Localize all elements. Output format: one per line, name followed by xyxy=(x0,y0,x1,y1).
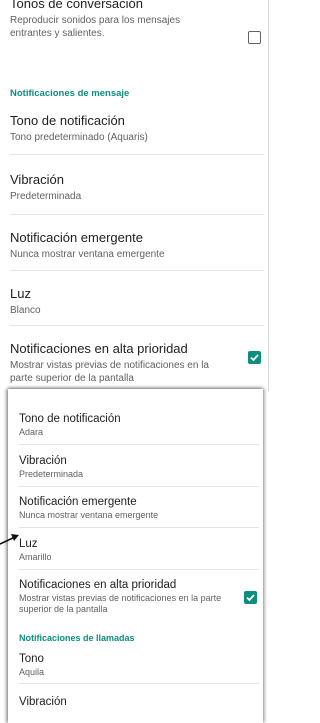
conversation-tones-checkbox[interactable] xyxy=(248,31,261,44)
conversation-tones-row[interactable]: Tonos de conversación Reproducir sonidos… xyxy=(0,0,268,40)
high-priority-row[interactable]: Notificaciones en alta prioridad Mostrar… xyxy=(0,341,268,385)
call-notifications-header: Notificaciones de llamadas xyxy=(8,633,263,643)
notification-tone-title: Tono de notificación xyxy=(19,413,121,425)
calls-section-title: Notificaciones de llamadas xyxy=(19,633,135,643)
conversation-tones-subtitle: Reproducir sonidos para los mensajes ent… xyxy=(10,15,181,39)
light-title: Luz xyxy=(10,286,31,301)
divider xyxy=(19,683,259,684)
call-vibration-title: Vibración xyxy=(19,696,67,708)
divider xyxy=(10,214,264,215)
divider xyxy=(19,486,259,487)
popup-notification-subtitle: Nunca mostrar ventana emergente xyxy=(19,510,159,520)
divider xyxy=(19,527,259,528)
divider xyxy=(10,270,264,271)
popup-notification-subtitle: Nunca mostrar ventana emergente xyxy=(10,249,165,260)
notification-tone-row[interactable]: Tono de notificación Adara xyxy=(8,412,263,438)
notification-tone-row[interactable]: Tono de notificación Tono predeterminado… xyxy=(0,113,268,144)
light-subtitle: Blanco xyxy=(10,305,41,316)
divider xyxy=(19,569,259,570)
high-priority-title: Notificaciones en alta prioridad xyxy=(10,341,188,356)
notification-tone-subtitle: Tono predeterminado (Aquaris) xyxy=(10,132,148,143)
settings-panel-top: Tonos de conversación Reproducir sonidos… xyxy=(0,0,269,391)
settings-panel-bottom: Tono de notificación Adara Vibración Pre… xyxy=(8,389,263,723)
vibration-subtitle: Predeterminada xyxy=(19,469,84,479)
divider xyxy=(19,444,259,445)
popup-notification-row[interactable]: Notificación emergente Nunca mostrar ven… xyxy=(8,495,263,521)
high-priority-title: Notificaciones en alta prioridad xyxy=(19,579,177,591)
light-subtitle: Amarillo xyxy=(19,552,52,562)
vibration-row[interactable]: Vibración Predeterminada xyxy=(0,172,268,203)
high-priority-subtitle: Mostrar vistas previas de notificaciones… xyxy=(19,593,222,614)
vibration-title: Vibración xyxy=(10,172,64,187)
checkmark-icon xyxy=(250,354,259,362)
ringtone-row[interactable]: Tono Aquila xyxy=(8,652,263,678)
high-priority-subtitle: Mostrar vistas previas de notificaciones… xyxy=(10,360,209,384)
light-row[interactable]: Luz Blanco xyxy=(0,286,268,317)
notification-tone-subtitle: Adara xyxy=(19,427,44,437)
popup-notification-row[interactable]: Notificación emergente Nunca mostrar ven… xyxy=(0,230,268,261)
vibration-title: Vibración xyxy=(19,455,67,467)
divider xyxy=(10,154,264,155)
vibration-row[interactable]: Vibración Predeterminada xyxy=(8,454,263,480)
vibration-subtitle: Predeterminada xyxy=(10,191,82,202)
message-notifications-header: Notificaciones de mensaje xyxy=(0,88,268,99)
light-row[interactable]: Luz Amarillo xyxy=(8,537,263,563)
popup-notification-title: Notificación emergente xyxy=(19,496,137,508)
popup-notification-title: Notificación emergente xyxy=(10,230,143,245)
annotation-arrow-icon xyxy=(0,534,19,545)
high-priority-row[interactable]: Notificaciones en alta prioridad Mostrar… xyxy=(8,578,263,615)
conversation-tones-title: Tonos de conversación xyxy=(10,0,143,11)
section-title: Notificaciones de mensaje xyxy=(10,88,130,99)
ringtone-title: Tono xyxy=(19,653,44,665)
notification-tone-title: Tono de notificación xyxy=(10,113,125,128)
ringtone-subtitle: Aquila xyxy=(19,667,45,677)
high-priority-checkbox[interactable] xyxy=(248,351,261,364)
divider xyxy=(10,325,264,326)
light-title: Luz xyxy=(19,538,38,550)
checkmark-icon xyxy=(246,594,255,602)
high-priority-checkbox[interactable] xyxy=(244,591,257,604)
call-vibration-row[interactable]: Vibración xyxy=(8,695,263,709)
